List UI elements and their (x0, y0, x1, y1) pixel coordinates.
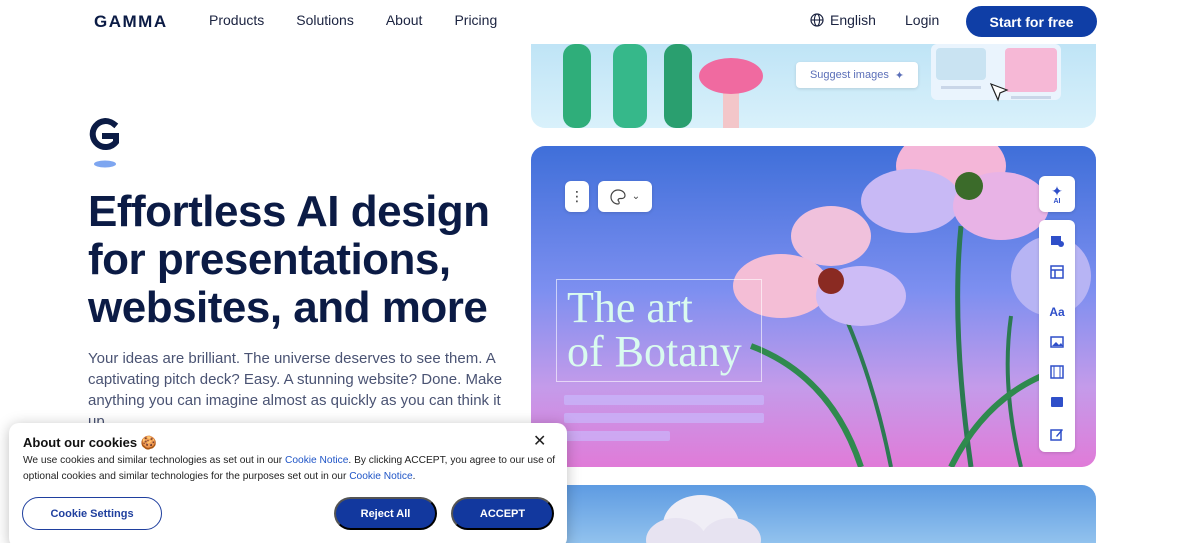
layout-icon[interactable] (1047, 262, 1067, 282)
main-nav: Products Solutions About Pricing (209, 12, 497, 28)
headline-line-3: websites, and more (88, 283, 488, 332)
cookie-settings-button[interactable]: Cookie Settings (22, 497, 162, 530)
text-placeholder-1 (564, 395, 764, 405)
suggest-images-button[interactable]: Suggest images ✦ (796, 62, 918, 88)
headline-line-2: for presentations, (88, 235, 451, 284)
side-toolbar: Aa (1039, 220, 1075, 452)
gamma-logo[interactable]: GAMMA (94, 12, 168, 32)
hero-headline: Effortless AI design for presentations, … (88, 188, 528, 332)
nav-products[interactable]: Products (209, 12, 264, 28)
preview-card-bottom (531, 485, 1096, 543)
nav-about[interactable]: About (386, 12, 423, 28)
ai-badge: AI (1053, 197, 1061, 205)
cookie-text-1: We use cookies and similar technologies … (23, 455, 285, 466)
slide-title-line-2: of Botany (567, 327, 742, 376)
cloud-illustration (646, 495, 761, 543)
sparkle-icon: ✦ (1051, 182, 1063, 199)
language-selector[interactable]: English (810, 12, 876, 28)
start-for-free-button[interactable]: Start for free (966, 6, 1097, 37)
site-header: GAMMA Products Solutions About Pricing E… (0, 0, 1200, 44)
theme-palette-button[interactable]: ⌄ (598, 181, 652, 212)
hero-subtext: Your ideas are brilliant. The universe d… (88, 350, 503, 430)
language-label: English (830, 12, 876, 28)
headline-line-1: Effortless AI design (88, 187, 490, 236)
cookie-title: About our cookies 🍪 (23, 435, 157, 450)
login-link[interactable]: Login (905, 12, 939, 28)
sparkle-icon: ✦ (894, 69, 905, 82)
cookie-notice-link[interactable]: Cookie Notice (285, 455, 348, 466)
close-icon[interactable]: ✕ (533, 431, 546, 451)
preview-card-top: Suggest images ✦ (531, 44, 1096, 128)
ai-sparkle-button[interactable]: ✦ AI (1039, 176, 1075, 212)
palette-icon (610, 188, 626, 205)
slide-title[interactable]: The art of Botany (567, 286, 742, 374)
image-icon[interactable] (1047, 332, 1067, 352)
gamma-g-icon (89, 118, 119, 168)
accept-button[interactable]: ACCEPT (451, 497, 554, 530)
chevron-down-icon: ⌄ (631, 191, 641, 202)
suggest-images-label: Suggest images (809, 69, 889, 81)
embed-icon[interactable] (1047, 392, 1067, 412)
text-placeholder-3 (564, 431, 670, 441)
slide-title-line-1: The art (567, 283, 693, 332)
nav-solutions[interactable]: Solutions (296, 12, 354, 28)
preview-card-botany: ⋮ ⌄ The art of Botany ✦ AI Aa (531, 146, 1096, 467)
text-icon[interactable]: Aa (1047, 302, 1067, 322)
video-icon[interactable] (1047, 362, 1067, 382)
drag-handle-button[interactable]: ⋮ (565, 181, 589, 212)
cookie-body: We use cookies and similar technologies … (23, 453, 558, 485)
reject-all-button[interactable]: Reject All (334, 497, 437, 530)
cookie-banner: About our cookies 🍪 ✕ We use cookies and… (9, 423, 567, 543)
nav-pricing[interactable]: Pricing (454, 12, 497, 28)
text-placeholder-2 (564, 413, 764, 423)
card-add-icon[interactable] (1047, 230, 1067, 250)
globe-icon (810, 13, 824, 27)
edit-icon[interactable] (1047, 424, 1067, 444)
cookie-notice-link-2[interactable]: Cookie Notice (349, 471, 412, 482)
cookie-text-3: . (412, 471, 416, 482)
